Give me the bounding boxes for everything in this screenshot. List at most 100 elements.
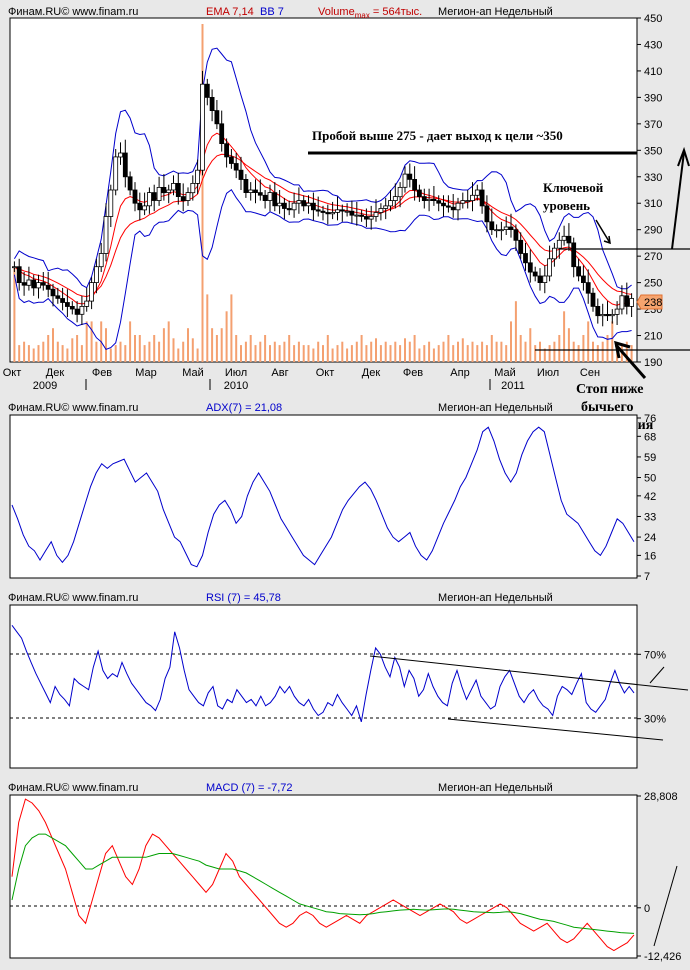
volume-bar: [341, 341, 344, 362]
candle-body: [11, 266, 17, 269]
candle-body: [383, 205, 389, 209]
volume-bar: [167, 321, 170, 362]
candle-body: [494, 229, 500, 232]
candle-body: [552, 247, 557, 260]
candle-body: [248, 189, 254, 193]
candle-body: [373, 212, 379, 217]
volume-bar: [500, 341, 503, 362]
price-x-tick: Окт: [3, 367, 22, 379]
candle-body: [166, 189, 172, 193]
candle-body: [581, 275, 586, 283]
volume-bar: [240, 345, 242, 362]
volume-bar: [134, 335, 136, 362]
volume-bar: [312, 348, 315, 362]
candle-body: [479, 189, 485, 207]
volume-bar: [510, 321, 512, 362]
volume-bar: [558, 335, 561, 362]
volume-bar: [524, 341, 527, 362]
y-tick: 42: [644, 491, 656, 503]
volume-bar: [172, 338, 175, 362]
volume-bar: [138, 335, 141, 362]
volume-bar: [476, 345, 479, 362]
candle-body: [224, 143, 230, 158]
price-y-tick: 270: [644, 251, 662, 263]
candle-body: [359, 214, 365, 217]
volume-bar: [375, 338, 377, 362]
volume-bar: [18, 345, 21, 362]
candle-body: [301, 200, 307, 207]
candle-body: [465, 200, 471, 203]
volume-bar: [259, 341, 262, 362]
y-tick: 28,808: [644, 791, 678, 803]
volume-bar: [162, 328, 165, 362]
volume-bar: [404, 338, 406, 362]
volume-bar: [384, 341, 387, 362]
price-x-tick: Дек: [362, 367, 381, 379]
candle-body: [113, 156, 119, 191]
year-label: 2009: [33, 380, 57, 392]
candle-body: [228, 156, 234, 164]
bb-label: BB 7: [260, 6, 284, 18]
candle-body: [513, 229, 519, 241]
rsi-indicator-label: RSI (7) = 45,78: [206, 592, 281, 604]
volume-bar: [408, 341, 411, 362]
candle-body: [31, 279, 37, 289]
price-y-tick: 210: [644, 331, 662, 343]
candle-body: [542, 275, 548, 283]
price-x-tick: Июл: [225, 367, 247, 379]
volume-bar: [220, 328, 223, 362]
volume-bar: [365, 345, 368, 362]
price-source: Финам.RU© www.finam.ru: [8, 6, 138, 18]
volume-label: Volumemax = 564тыс.: [318, 6, 422, 20]
candle-body: [65, 302, 70, 307]
candle-body: [55, 295, 61, 299]
y-tick: 68: [644, 431, 656, 443]
volume-bar: [273, 341, 276, 362]
candle-body: [503, 226, 509, 230]
price-x-tick: Фев: [92, 367, 112, 379]
candle-body: [142, 205, 148, 211]
volume-bar: [355, 341, 358, 362]
price-y-tick: 250: [644, 278, 662, 290]
volume-bar: [124, 345, 127, 362]
candle-body: [200, 83, 205, 171]
y-tick: 33: [644, 511, 656, 523]
candle-body: [412, 178, 418, 191]
candle-body: [267, 192, 273, 201]
candle-body: [489, 221, 495, 231]
candle-body: [171, 182, 176, 191]
candle-body: [330, 212, 336, 215]
candle-body: [320, 210, 326, 213]
candle-body: [26, 279, 32, 286]
volume-bar: [42, 341, 45, 362]
adx-panel: Финам.RU© www.finam.ru ADX(7) = 21,08 Ме…: [8, 402, 656, 583]
candle-body: [243, 178, 249, 193]
candle-body: [368, 216, 374, 220]
volume-label-val: = 564тыс.: [370, 6, 422, 18]
candle-body: [98, 253, 104, 268]
volume-bar: [505, 345, 508, 362]
volume-bar: [66, 348, 69, 362]
volume-bar: [611, 321, 614, 362]
volume-bar: [114, 345, 117, 362]
volume-bar: [244, 341, 247, 362]
candle-body: [238, 169, 244, 180]
candle-body: [36, 282, 41, 289]
candle-body: [527, 262, 533, 273]
candle-body: [45, 284, 51, 290]
price-x-tick: Дек: [46, 367, 65, 379]
y-tick: 70%: [644, 649, 666, 661]
candle-body: [204, 83, 210, 98]
candle-body: [277, 202, 283, 207]
volume-bar: [196, 348, 199, 362]
volume-bar: [379, 345, 382, 362]
volume-bar: [225, 311, 228, 362]
volume-bar: [211, 328, 214, 362]
chart-canvas: Финам.RU© www.finam.ru EMA 7,14 BB 7 Vol…: [0, 0, 690, 970]
candle-body: [146, 192, 152, 207]
stop-text-1: Стоп ниже: [576, 382, 644, 397]
candle-body: [595, 305, 601, 317]
volume-bar: [630, 345, 633, 362]
candle-body: [69, 305, 75, 310]
year-label: 2011: [501, 380, 525, 392]
